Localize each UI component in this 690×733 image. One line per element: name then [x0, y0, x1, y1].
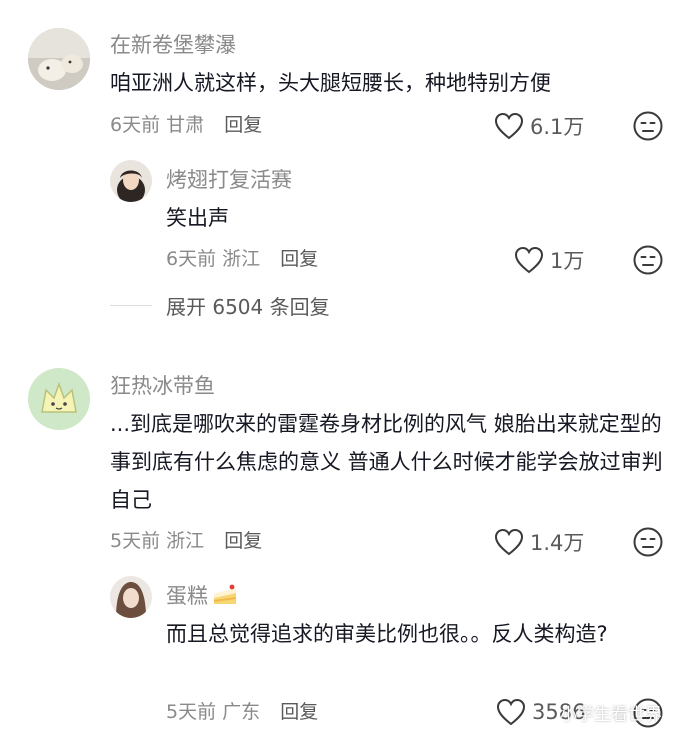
expand-replies-button[interactable]: 展开 6504 条回复 [110, 291, 330, 320]
avatar[interactable] [28, 368, 90, 430]
like-button[interactable]: 6.1万 [494, 111, 584, 141]
reply-username[interactable]: 蛋糕 [166, 582, 208, 610]
reply-meta: 5天前 广东 回复 [166, 699, 318, 725]
comment-time: 6天前 [110, 114, 161, 136]
like-count: 6.1万 [530, 115, 585, 139]
heart-outline-icon [494, 528, 524, 556]
reply-location: 浙江 [222, 248, 261, 270]
comment-username[interactable]: 狂热冰带鱼 [110, 372, 215, 400]
heart-outline-icon [514, 246, 544, 274]
avatar[interactable] [110, 576, 152, 618]
reply-button[interactable]: 回复 [224, 530, 262, 552]
heart-outline-icon [496, 698, 526, 726]
meh-face-icon [633, 111, 663, 141]
heart-outline-icon [494, 112, 524, 140]
reply-location: 广东 [222, 701, 261, 723]
meh-face-icon [633, 527, 663, 557]
reply-time: 5天前 [166, 701, 217, 723]
reply-text: 笑出声 [166, 206, 229, 230]
reply-time: 6天前 [166, 248, 217, 270]
comment-text: ...到底是哪吹来的雷霆卷身材比例的风气 娘胎出来就定型的事到底有什么焦虑的意义… [110, 412, 663, 512]
dislike-button[interactable] [632, 244, 664, 280]
reply-text: 而且总觉得追求的审美比例也很。。反人类构造? [166, 622, 608, 646]
comment-time: 5天前 [110, 530, 161, 552]
divider [110, 305, 152, 306]
reply-username-row: 蛋糕 [166, 582, 238, 610]
reply-button[interactable]: 回复 [280, 701, 318, 723]
like-count: 1.4万 [530, 531, 585, 555]
expand-replies-label: 展开 6504 条回复 [166, 295, 330, 319]
comment-meta: 6天前 甘肃 回复 [110, 112, 262, 138]
like-button[interactable]: 1万 [514, 245, 584, 275]
like-count: 1万 [550, 249, 585, 273]
comment-meta: 5天前 浙江 回复 [110, 528, 262, 554]
watermark: 小学生看世界 [560, 705, 662, 725]
reply-meta: 6天前 浙江 回复 [166, 246, 318, 272]
avatar[interactable] [110, 160, 152, 202]
reply-button[interactable]: 回复 [224, 114, 262, 136]
comment-username[interactable]: 在新卷堡攀瀑 [110, 31, 236, 59]
reply-username[interactable]: 烤翅打复活赛 [166, 166, 292, 194]
reply-button[interactable]: 回复 [280, 248, 318, 270]
comment-location: 浙江 [166, 530, 205, 552]
avatar[interactable] [28, 28, 90, 90]
like-button[interactable]: 1.4万 [494, 527, 584, 557]
dislike-button[interactable] [632, 110, 664, 146]
comment-location: 甘肃 [166, 114, 205, 136]
meh-face-icon [633, 245, 663, 275]
dislike-button[interactable] [632, 526, 664, 562]
comment-text: 咱亚洲人就这样，头大腿短腰长，种地特别方便 [110, 71, 551, 95]
cake-emoji-icon [214, 584, 236, 604]
